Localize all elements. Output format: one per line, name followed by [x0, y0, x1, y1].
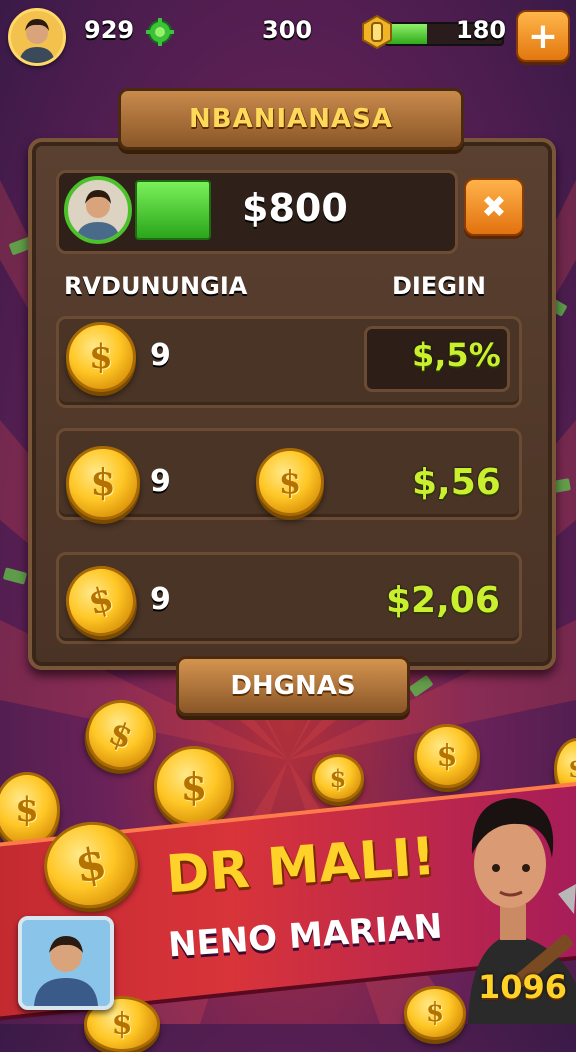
column-header-left: RVDUNUNGIA: [64, 272, 248, 300]
row-count: 9: [150, 338, 171, 373]
column-header-right: DIEGIN: [392, 272, 486, 300]
player-amount: $800: [242, 186, 348, 230]
friend-avatar-icon[interactable]: [18, 916, 114, 1010]
row-value: $2,06: [386, 580, 500, 621]
cash-bill-icon: [2, 567, 28, 585]
close-button[interactable]: ✖: [464, 178, 524, 236]
coin-icon: $: [256, 448, 324, 516]
hero-score: 1096: [478, 968, 568, 1006]
cash-bill-icon: [408, 674, 434, 698]
coin-icon: $: [66, 322, 136, 392]
row-value: $,56: [412, 462, 501, 503]
coin-icon: $: [154, 746, 234, 826]
add-currency-button[interactable]: +: [516, 10, 570, 62]
panel-title: NBANIANASA: [189, 104, 393, 134]
coin-count: 929: [84, 16, 135, 44]
gear-gem-icon[interactable]: [146, 18, 174, 46]
cash-stack-icon: [135, 180, 211, 240]
coin-token-icon: [362, 14, 392, 50]
coin-icon: $: [66, 446, 140, 520]
coin-icon: $: [76, 690, 166, 780]
top-hud: 929 300 180 +: [0, 0, 576, 70]
bottom-action-label: DHGNAS: [230, 671, 356, 701]
gem-count: 300: [262, 16, 313, 44]
player-avatar-icon[interactable]: [8, 8, 66, 66]
row-count: 9: [150, 582, 171, 617]
energy-meter: 180: [360, 14, 506, 50]
player-portrait-icon: [64, 176, 132, 244]
row-count: 9: [150, 464, 171, 499]
coin-icon: $: [312, 754, 364, 802]
energy-value: 180: [456, 16, 507, 44]
coin-icon: $: [414, 724, 480, 788]
bottom-action-button[interactable]: DHGNAS: [176, 656, 410, 716]
panel-title-plank: NBANIANASA: [118, 88, 464, 150]
row-value: $,5%: [412, 336, 501, 374]
